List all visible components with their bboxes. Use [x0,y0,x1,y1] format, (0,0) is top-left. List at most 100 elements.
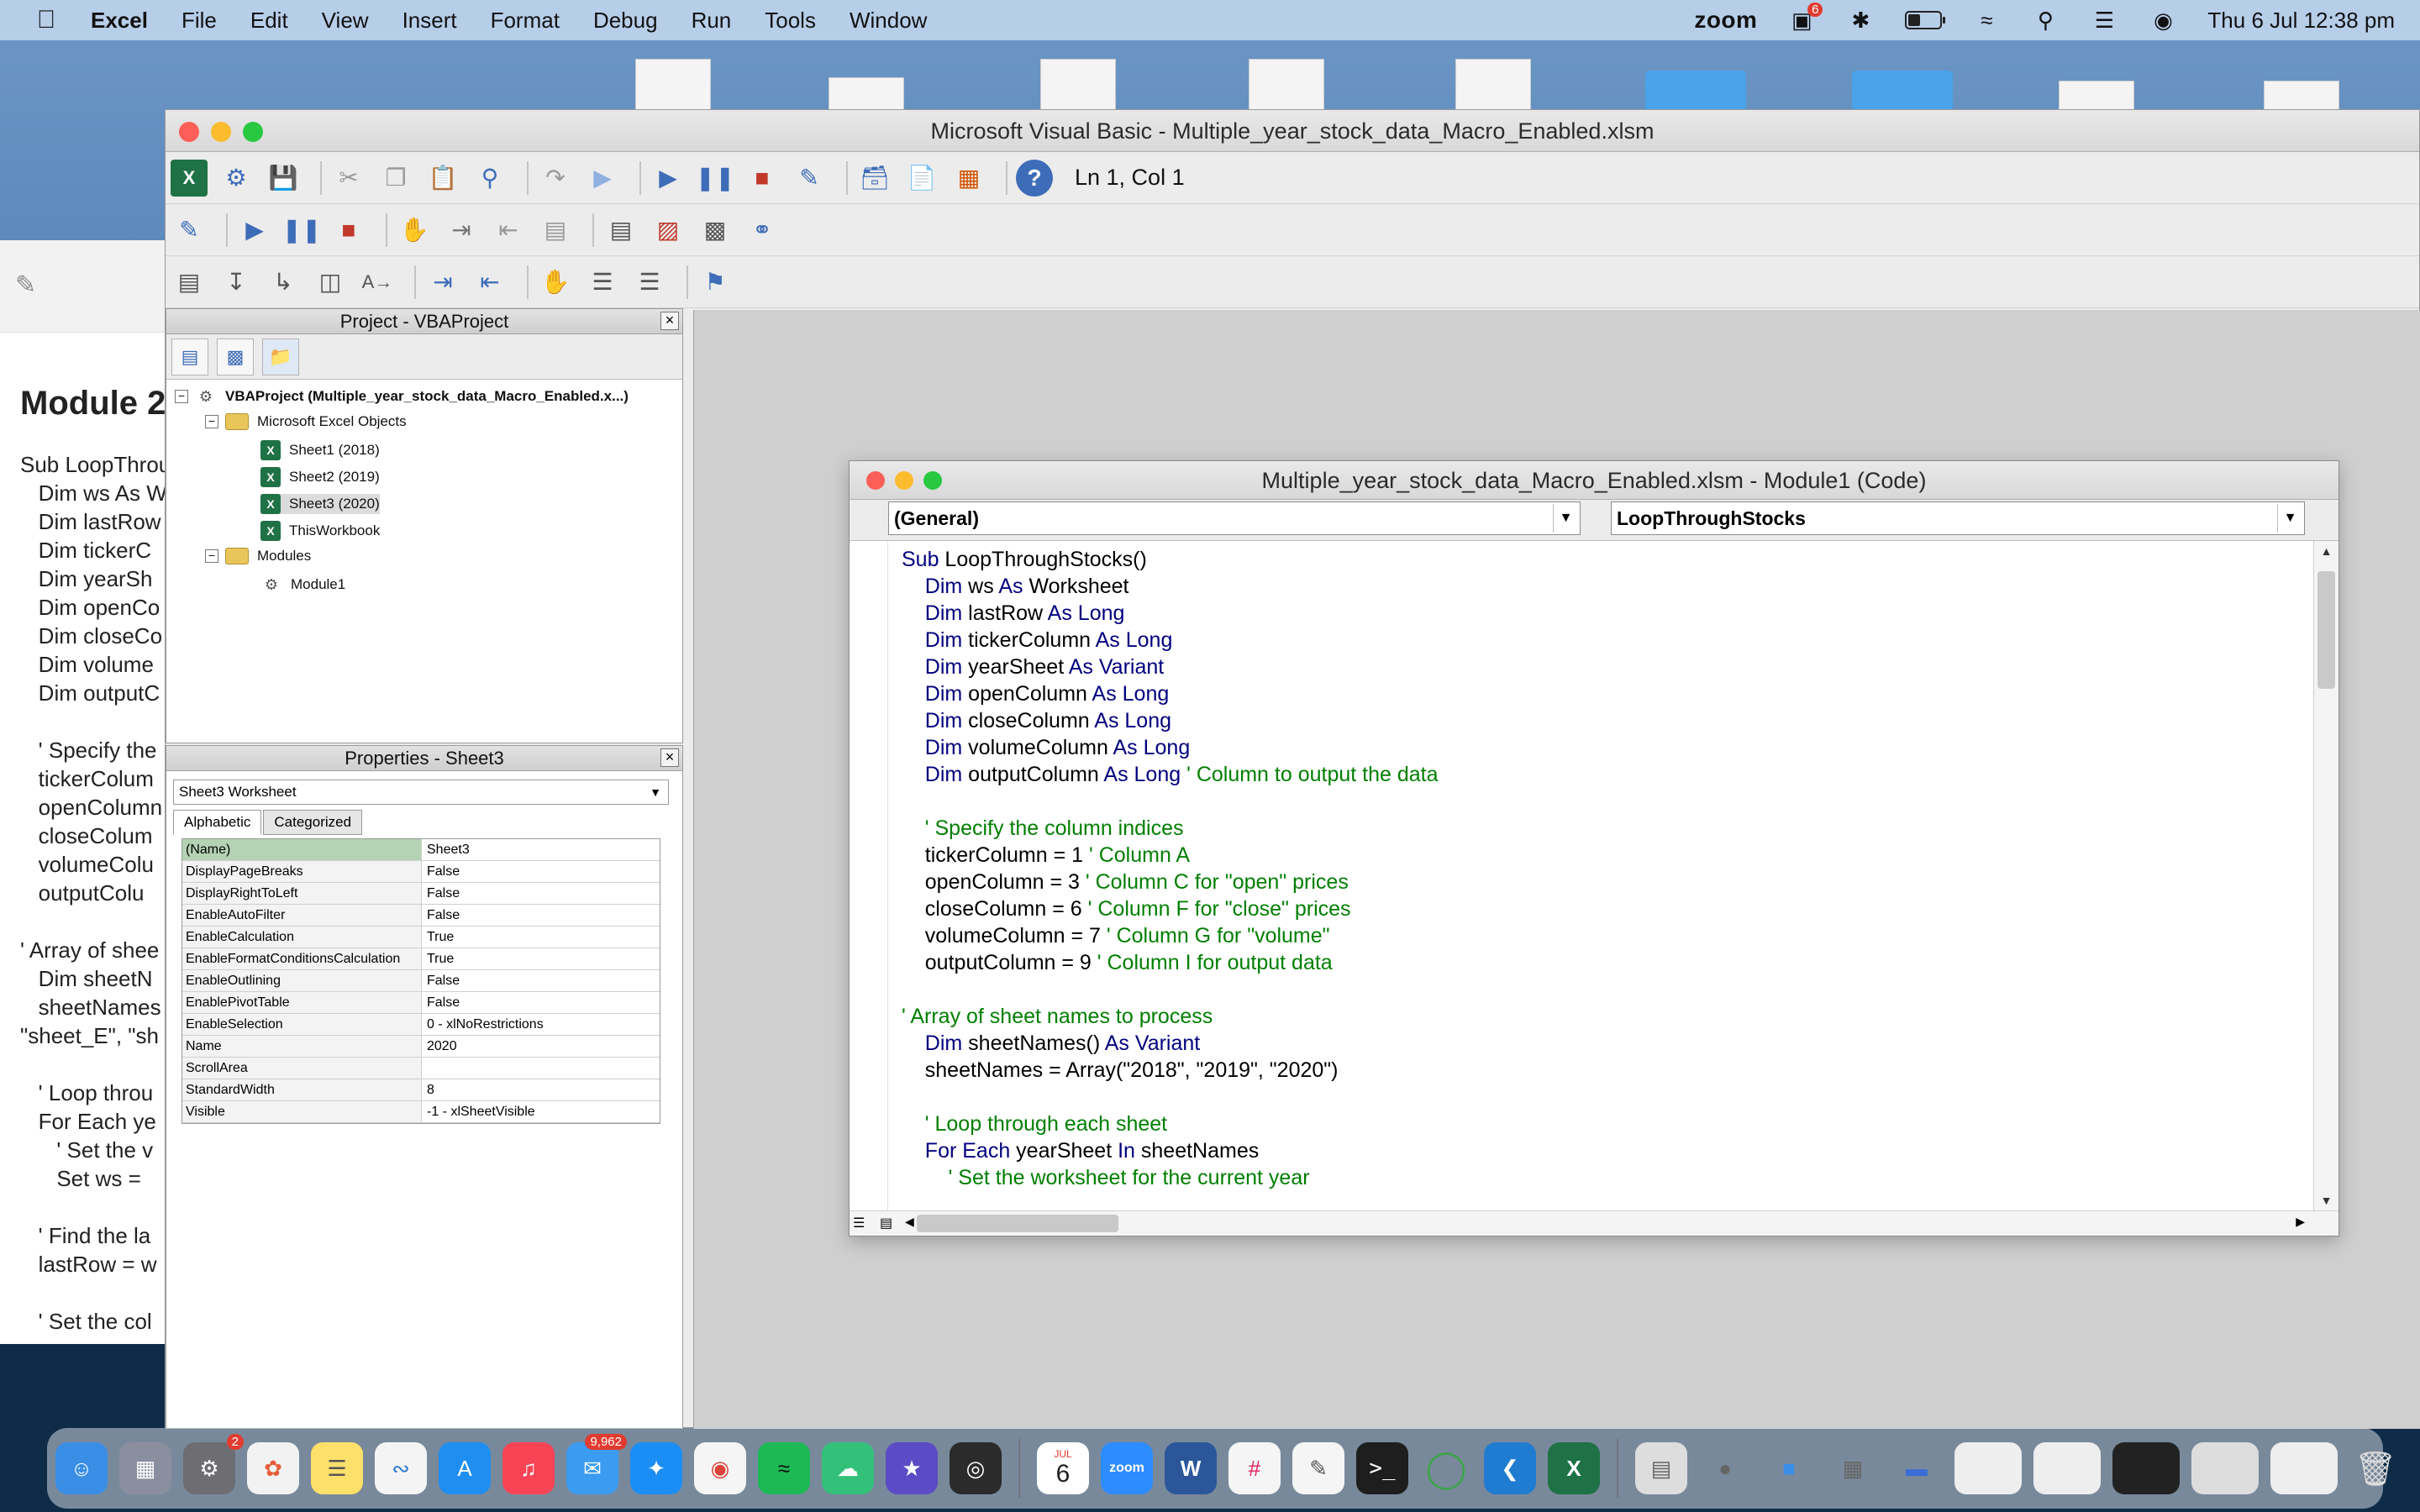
quick-watch-icon[interactable]: ⚭ [744,212,781,249]
procedure-combo-box[interactable]: LoopThroughStocks ▼ [1611,501,2305,535]
vba-title-bar[interactable]: Microsoft Visual Basic - Multiple_year_s… [166,110,2419,152]
menu-app-name[interactable]: Excel [91,8,148,34]
property-value[interactable]: False [422,970,660,991]
vscode-icon[interactable]: ❮ [1484,1442,1536,1494]
apple-icon[interactable]:  [34,6,59,34]
desktop-file-thumbnail[interactable] [1455,59,1531,111]
property-row[interactable]: EnableAutoFilter False [182,905,660,927]
property-value[interactable]: False [422,905,660,926]
tree-node-sheet3[interactable]: X Sheet3 (2020) [260,494,380,514]
reset-icon[interactable]: ■ [744,160,781,197]
horizontal-scrollbar[interactable]: ☰ ▤ ◀ ▶ [850,1210,2338,1236]
code-window-title-bar[interactable]: Multiple_year_stock_data_Macro_Enabled.x… [850,461,2338,500]
code-line[interactable]: ' Specify the column indices [902,815,1439,842]
property-row[interactable]: EnableSelection 0 - xlNoRestrictions [182,1014,660,1036]
desktop-file-thumbnail[interactable] [829,77,904,111]
pause-icon[interactable]: ❚❚ [282,212,322,249]
property-row[interactable]: EnableFormatConditionsCalculation True [182,948,660,970]
documents-stack-icon[interactable]: ▤ [1635,1442,1687,1494]
close-icon[interactable]: × [660,312,679,330]
code-line[interactable]: openColumn = 3 ' Column C for "open" pri… [902,869,1439,895]
photos-icon[interactable]: ✿ [247,1442,299,1494]
cut-icon[interactable]: ✂ [330,160,367,197]
properties-window-icon[interactable]: 📄 [903,160,940,197]
menu-window[interactable]: Window [850,8,927,34]
stop-icon[interactable]: ■ [330,212,367,249]
minimized-window-thumbnail[interactable] [2270,1442,2338,1494]
code-line[interactable] [902,788,1439,815]
tab-categorized[interactable]: Categorized [263,810,363,835]
code-line[interactable]: Sub LoopThroughStocks() [902,546,1439,573]
step-into-icon[interactable]: ⇥ [443,212,480,249]
watch-window-icon[interactable]: ▩ [697,212,734,249]
slack-icon[interactable]: # [1228,1442,1281,1494]
launchpad-icon[interactable]: ▦ [119,1442,171,1494]
code-text[interactable]: Sub LoopThroughStocks() Dim ws As Worksh… [902,546,1439,1191]
menu-edit[interactable]: Edit [250,8,288,34]
control-center-icon[interactable]: ☰ [2090,8,2118,33]
menu-debug[interactable]: Debug [593,8,658,34]
desktop-folder-icon[interactable] [1852,71,1953,113]
property-value[interactable]: False [422,861,660,882]
property-row[interactable]: DisplayRightToLeft False [182,883,660,905]
desktop-file-thumbnail[interactable] [1249,59,1324,111]
paste-icon[interactable]: 📋 [424,160,461,197]
object-selector[interactable]: Sheet3 Worksheet ▼ [173,780,669,805]
minimized-window-thumbnail[interactable] [2033,1442,2101,1494]
minimized-window-thumbnail[interactable] [1954,1442,2022,1494]
tree-node-thisworkbook[interactable]: X ThisWorkbook [260,521,380,541]
code-line[interactable]: closeColumn = 6 ' Column F for "close" p… [902,895,1439,922]
cloud-app-icon[interactable]: ☁ [822,1442,874,1494]
property-row[interactable]: StandardWidth 8 [182,1079,660,1101]
property-value[interactable]: True [422,927,660,948]
copy-icon[interactable]: ❐ [377,160,414,197]
menu-tools[interactable]: Tools [765,8,816,34]
trash-icon[interactable]: 🗑 [2349,1442,2402,1494]
recent-item-icon[interactable]: ▬ [1891,1442,1943,1494]
code-line[interactable]: Dim outputColumn As Long ' Column to out… [902,761,1439,788]
save-icon[interactable]: 💾 [265,160,302,197]
battery-icon[interactable] [1905,11,1946,29]
code-line[interactable]: outputColumn = 9 ' Column I for output d… [902,949,1439,976]
toggle-folders-icon[interactable]: 📁 [262,338,299,375]
property-value[interactable]: False [422,992,660,1013]
terminal-icon[interactable]: >_ [1356,1442,1408,1494]
code-line[interactable]: For Each yearSheet In sheetNames [902,1137,1439,1164]
menu-run[interactable]: Run [692,8,732,34]
collapse-icon[interactable]: − [205,415,218,428]
outdent-icon[interactable]: ⇤ [471,264,508,301]
view-code-icon[interactable]: ▤ [171,338,208,375]
property-value[interactable]: Sheet3 [422,839,660,860]
property-value[interactable]: -1 - xlSheetVisible [422,1101,660,1122]
excel-icon[interactable]: X [1548,1442,1600,1494]
procedure-view-icon[interactable]: ☰ [853,1215,870,1231]
code-line[interactable]: volumeColumn = 7 ' Column G for "volume" [902,922,1439,949]
indent-icon[interactable]: ⇥ [424,264,461,301]
collapse-icon[interactable]: − [205,549,218,563]
step-out-icon[interactable]: ▤ [537,212,574,249]
tree-node-module1[interactable]: ⚙ Module1 [260,575,345,595]
zoom-notification-icon[interactable]: ▣ 6 [1787,3,1823,33]
help-icon[interactable]: ? [1016,159,1053,197]
list-constants-icon[interactable]: ↧ [218,264,255,301]
property-row[interactable]: EnableCalculation True [182,927,660,948]
code-line[interactable]: Dim ws As Worksheet [902,573,1439,600]
mail-icon[interactable]: ✉ 9,962 [566,1434,627,1494]
zoom-status-item[interactable]: zoom [1694,7,1757,34]
vertical-scroll-thumb[interactable] [2317,571,2335,689]
desktop-file-thumbnail[interactable] [635,59,711,111]
spotlight-search-icon[interactable]: ⚲ [2031,8,2060,33]
minimized-window-thumbnail[interactable] [2112,1442,2180,1494]
tree-node-vbaproject[interactable]: − ⚙ VBAProject (Multiple_year_stock_data… [175,386,629,407]
menu-format[interactable]: Format [491,8,560,34]
run-icon[interactable]: ▶ [236,212,273,249]
property-row[interactable]: EnableOutlining False [182,970,660,992]
run-macro-icon[interactable]: ▶ [650,160,687,197]
system-settings-icon[interactable]: ⚙ 2 [183,1434,244,1494]
toggle-breakpoint-icon[interactable]: ✋ [537,264,574,301]
code-line[interactable]: Dim volumeColumn As Long [902,734,1439,761]
list-properties-icon[interactable]: ▤ [171,264,208,301]
property-row[interactable]: EnablePivotTable False [182,992,660,1014]
code-line[interactable]: tickerColumn = 1 ' Column A [902,842,1439,869]
spotify-icon[interactable]: ≈ [758,1442,810,1494]
